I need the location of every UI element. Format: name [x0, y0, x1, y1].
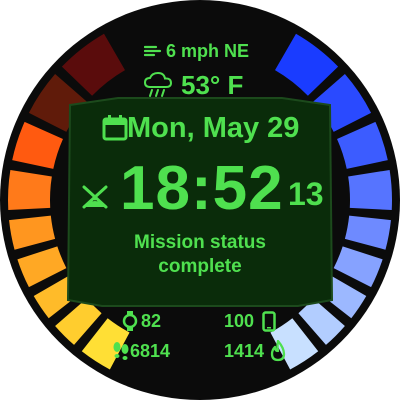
- left-gauge-segment: [7, 169, 52, 211]
- wind-icon: [144, 45, 162, 57]
- time-seconds: 13: [288, 176, 324, 212]
- heart-rate-value: 82: [141, 311, 162, 331]
- right-gauge-segment: [348, 169, 393, 211]
- battery-value: 100: [224, 311, 255, 331]
- temperature-text: 53° F: [181, 70, 244, 100]
- wind-text: 6 mph NE: [166, 41, 250, 61]
- watch-heart-icon: [122, 311, 138, 331]
- steps-value: 6814: [130, 341, 171, 361]
- status-line-2: complete: [158, 256, 242, 277]
- calories-value: 1414: [224, 341, 265, 361]
- spark-icon: [82, 185, 108, 209]
- status-line-1: Mission status: [134, 232, 266, 253]
- time-hours-minutes: 18:52: [120, 154, 284, 223]
- calendar-icon: [102, 115, 128, 141]
- date-text: Mon, May 29: [127, 112, 300, 144]
- phone-battery-icon: [262, 311, 276, 332]
- cloud-rain-icon: [143, 72, 173, 97]
- footsteps-icon: [113, 342, 129, 360]
- flame-icon: [270, 340, 286, 362]
